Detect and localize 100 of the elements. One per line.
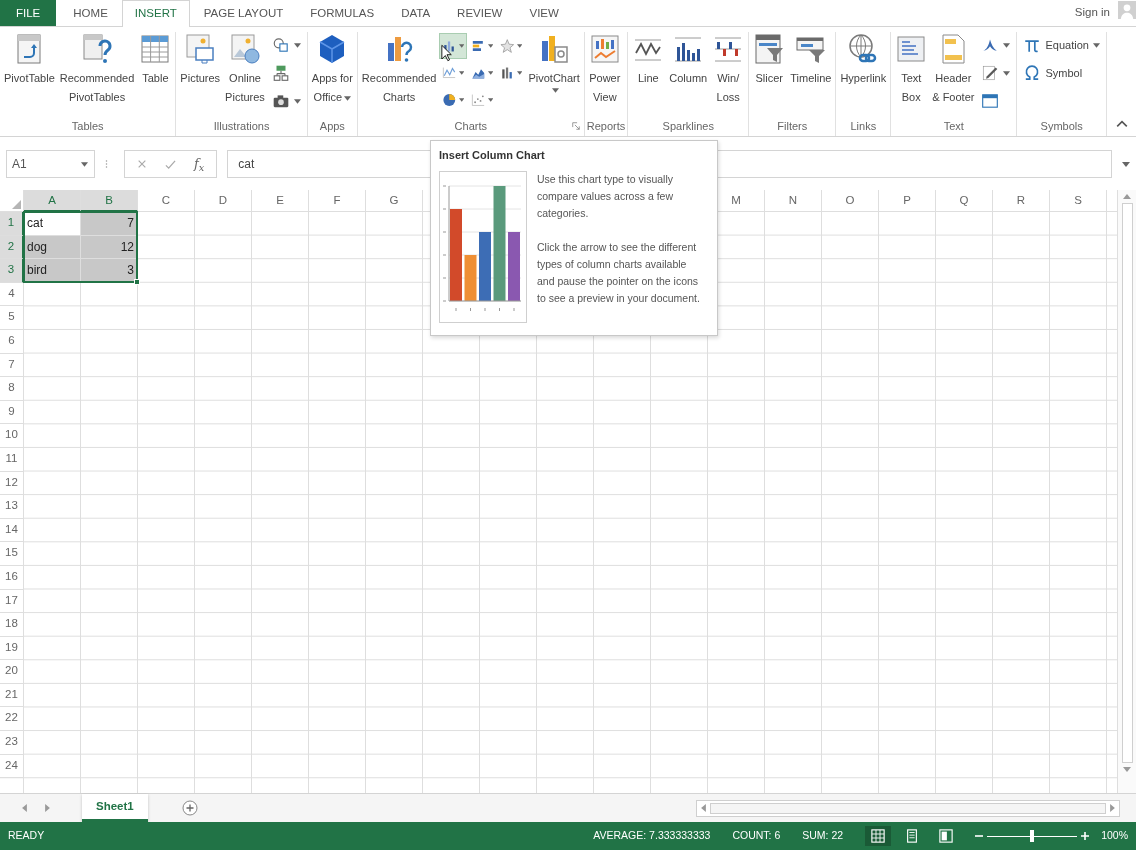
ribbon-button[interactable]: Text Box bbox=[893, 32, 930, 118]
ribbon-button[interactable]: Slicer bbox=[751, 32, 788, 118]
ribbon-button[interactable]: Recommended PivotTables bbox=[57, 32, 137, 118]
arrow-up-icon[interactable] bbox=[1123, 194, 1131, 199]
name-box[interactable]: A1 bbox=[6, 150, 95, 178]
insert-function-button[interactable]: f$_{x}$ bbox=[194, 154, 205, 174]
ribbon-button[interactable]: Header & Footer bbox=[930, 32, 977, 118]
ribbon-button[interactable]: Timeline bbox=[788, 32, 834, 118]
scrollbar-thumb[interactable] bbox=[710, 802, 1106, 814]
scrollbar-thumb[interactable] bbox=[1121, 203, 1133, 763]
ribbon-button[interactable]: PivotTable bbox=[2, 32, 57, 118]
ribbon-button[interactable]: Symbol bbox=[1019, 61, 1104, 85]
arrow-left-icon[interactable] bbox=[22, 804, 27, 812]
ribbon-tab[interactable]: FORMULAS bbox=[297, 0, 388, 26]
pen-icon bbox=[981, 64, 1000, 82]
tooltip-title: Insert Column Chart bbox=[439, 148, 546, 163]
vertical-scrollbar[interactable] bbox=[1117, 190, 1136, 793]
table-icon bbox=[139, 33, 172, 65]
filter-panel-icon bbox=[753, 33, 786, 65]
online-picture-icon bbox=[229, 33, 261, 65]
pie-chart-icon bbox=[442, 92, 457, 108]
arrow-down-icon[interactable] bbox=[1123, 767, 1131, 772]
line-chart-icon bbox=[442, 65, 457, 81]
ribbon-button[interactable]: PivotChart bbox=[526, 32, 582, 118]
summary-text: COUNT: 6 bbox=[732, 828, 781, 844]
ribbon-button[interactable]: Win/ Loss bbox=[710, 32, 747, 118]
ribbon-tab[interactable]: PAGE LAYOUT bbox=[190, 0, 297, 26]
ribbon-button[interactable]: Line bbox=[630, 32, 667, 118]
caret-icon[interactable] bbox=[1122, 161, 1130, 167]
status-text: READY bbox=[8, 828, 45, 844]
group-label: Reports bbox=[586, 120, 626, 132]
check-icon[interactable] bbox=[165, 158, 176, 170]
minus-icon[interactable] bbox=[975, 832, 984, 840]
row-number[interactable]: 8 bbox=[0, 377, 24, 401]
picture-icon bbox=[184, 33, 217, 65]
caret-icon[interactable] bbox=[81, 162, 88, 167]
cancel-icon[interactable] bbox=[137, 159, 147, 169]
ribbon-tab[interactable]: VIEW bbox=[516, 0, 572, 26]
file-tab[interactable]: FILE bbox=[0, 0, 57, 26]
ribbon-button[interactable]: Equation bbox=[1019, 33, 1104, 57]
ribbon-tab[interactable]: REVIEW bbox=[444, 0, 516, 26]
camera-icon bbox=[271, 92, 290, 110]
group-label: Sparklines bbox=[662, 120, 714, 132]
row-number[interactable]: 2 bbox=[0, 235, 24, 260]
bar-chart-icon bbox=[471, 38, 486, 54]
arrow-right-icon[interactable] bbox=[1110, 804, 1115, 812]
ribbon-tab[interactable]: INSERT bbox=[121, 0, 190, 27]
group-label: Illustrations bbox=[213, 120, 270, 132]
page-break-icon bbox=[939, 829, 954, 843]
hierarchy-icon bbox=[271, 64, 290, 82]
star-chart-icon bbox=[500, 38, 515, 54]
ribbon-button[interactable]: Hyperlink bbox=[838, 32, 889, 118]
group-label: Charts bbox=[454, 120, 487, 132]
page-view-icon bbox=[905, 829, 920, 843]
ribbon-button[interactable]: Column bbox=[667, 32, 710, 118]
sign-in-link[interactable]: Sign in bbox=[1074, 4, 1110, 22]
grid-view-icon bbox=[871, 829, 886, 843]
group-label: Links bbox=[850, 120, 877, 132]
launcher-icon[interactable] bbox=[571, 122, 580, 130]
pivot-question-icon bbox=[81, 33, 114, 65]
plus-circle-icon[interactable] bbox=[181, 800, 198, 816]
plus-icon[interactable] bbox=[1081, 832, 1090, 840]
group-label: Symbols bbox=[1040, 120, 1083, 132]
grip-icon bbox=[105, 159, 108, 169]
header-letter[interactable]: B bbox=[81, 190, 138, 212]
ribbon-tab[interactable]: DATA bbox=[388, 0, 444, 26]
ribbon-button[interactable]: Power View bbox=[586, 32, 623, 118]
group-label: Tables bbox=[71, 120, 104, 132]
collapse-icon[interactable] bbox=[1116, 120, 1128, 128]
summary-text: AVERAGE: 7.333333333 bbox=[593, 828, 711, 844]
view-button[interactable] bbox=[865, 826, 892, 846]
header-letter[interactable]: A bbox=[24, 190, 81, 212]
ribbon-tab[interactable]: HOME bbox=[60, 0, 121, 26]
ribbon-button[interactable]: Table bbox=[137, 32, 174, 118]
zoom-level-text: 100% bbox=[1101, 828, 1128, 844]
ribbon-button[interactable]: Apps for Office bbox=[309, 32, 355, 118]
window-icon bbox=[981, 92, 1000, 110]
group-label: Apps bbox=[319, 120, 345, 132]
fill-handle[interactable] bbox=[134, 279, 140, 285]
horizontal-scrollbar[interactable] bbox=[696, 799, 1120, 817]
dashboard-icon bbox=[588, 33, 621, 65]
chart-bar bbox=[508, 231, 520, 301]
arrow-left-icon[interactable] bbox=[701, 804, 706, 812]
row-number[interactable]: 3 bbox=[0, 259, 24, 283]
tooltip-text: Click the arrow to see the different types of column charts available and pause the pointer on the icons to see a preview in your document. bbox=[537, 239, 701, 306]
shapes-icon bbox=[271, 36, 290, 54]
avatar-icon bbox=[1118, 0, 1136, 20]
group-label: Text bbox=[943, 120, 964, 132]
row-number[interactable]: 20 bbox=[0, 660, 24, 684]
ribbon-button[interactable]: Pictures bbox=[178, 32, 223, 118]
scatter-chart-icon bbox=[471, 92, 486, 108]
arrow-right-icon[interactable] bbox=[45, 804, 50, 812]
tooltip-text: Use this chart type to visually compare values across a few categories. bbox=[537, 171, 674, 221]
ribbon-button[interactable]: Recommended Charts bbox=[359, 32, 439, 118]
summary-text: SUM: 22 bbox=[802, 828, 844, 844]
row-number[interactable]: 1 bbox=[0, 212, 24, 236]
sheet-tab[interactable]: Sheet1 bbox=[82, 794, 148, 822]
ribbon-button[interactable]: Online Pictures bbox=[223, 32, 267, 118]
group-label: Filters bbox=[777, 120, 808, 132]
zoom-slider-thumb[interactable] bbox=[1030, 830, 1035, 842]
